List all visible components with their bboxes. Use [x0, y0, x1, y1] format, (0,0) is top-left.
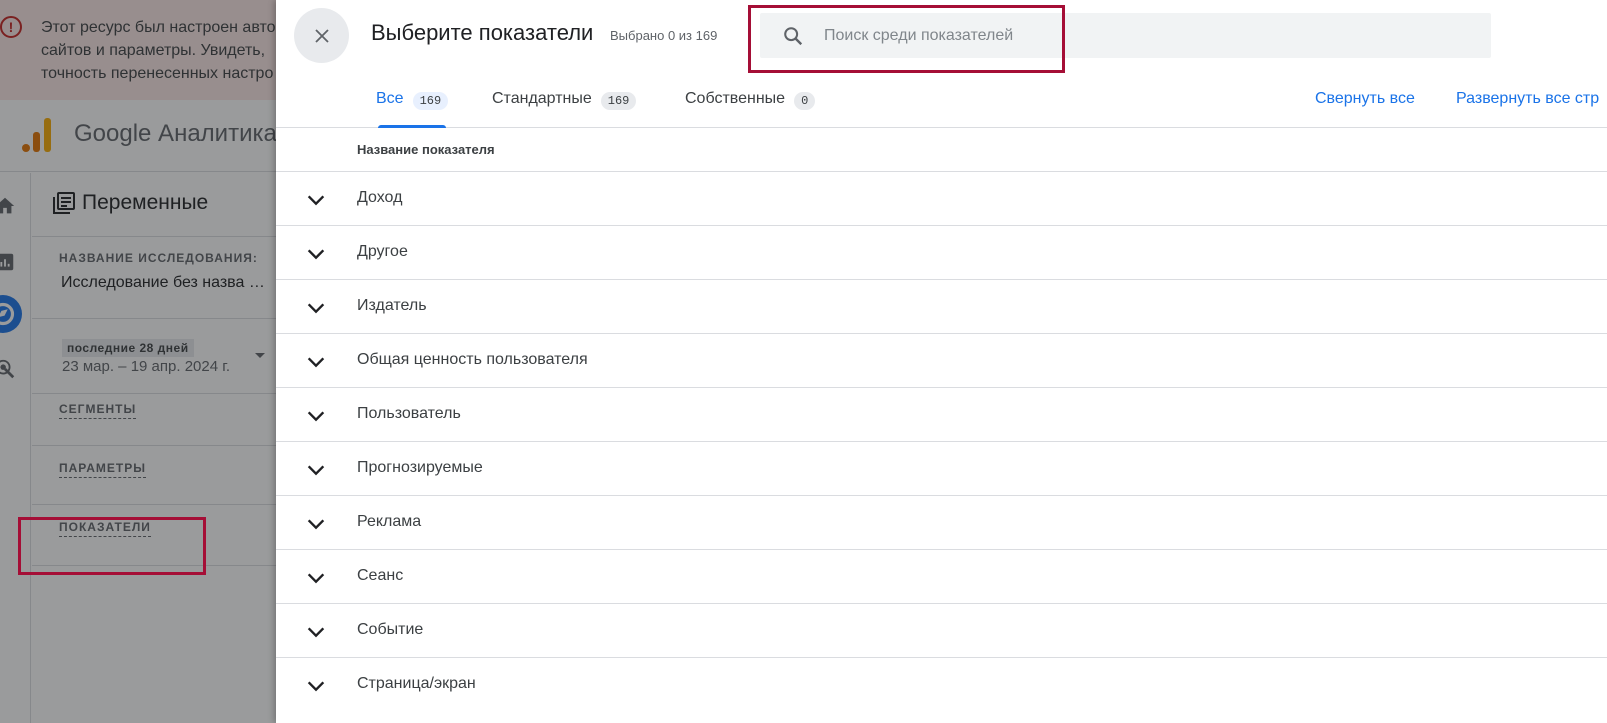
dialog-title: Выберите показатели [371, 20, 594, 45]
close-button[interactable] [294, 8, 349, 63]
expand-all-link[interactable]: Развернуть все стр [1456, 90, 1599, 108]
chevron-down-icon[interactable] [305, 675, 327, 697]
category-label: Пользователь [357, 405, 461, 422]
category-label: Общая ценность пользователя [357, 351, 588, 368]
chevron-down-icon[interactable] [305, 459, 327, 481]
tab-standard[interactable]: Стандартные 169 [492, 90, 637, 128]
close-icon [314, 28, 329, 43]
chevron-down-icon[interactable] [305, 405, 327, 427]
search-icon [784, 27, 803, 46]
category-row[interactable]: Событие [276, 603, 1607, 657]
chevron-down-icon[interactable] [305, 621, 327, 643]
tab-count-badge: 169 [412, 92, 449, 110]
selected-count: Выбрано 0 из 169 [610, 28, 718, 43]
chevron-down-icon[interactable] [305, 513, 327, 535]
category-label: Прогнозируемые [357, 459, 483, 476]
category-label: Страница/экран [357, 675, 476, 692]
chevron-down-icon[interactable] [305, 567, 327, 589]
tab-count-badge: 169 [600, 92, 637, 110]
search-bar[interactable] [760, 13, 1491, 58]
column-header: Название показателя [357, 142, 495, 157]
collapse-all-link[interactable]: Свернуть все [1315, 90, 1415, 108]
tab-label: Стандартные [492, 90, 592, 107]
category-label: Сеанс [357, 567, 404, 584]
search-input[interactable] [824, 21, 1424, 51]
category-row[interactable]: Другое [276, 225, 1607, 279]
category-label: Другое [357, 243, 408, 260]
tab-label: Все [376, 90, 404, 107]
category-row[interactable]: Доход [276, 171, 1607, 225]
category-row[interactable]: Общая ценность пользователя [276, 333, 1607, 387]
modal-scrim[interactable] [0, 0, 276, 723]
category-label: Доход [357, 189, 403, 206]
tab-all[interactable]: Все 169 [376, 90, 449, 128]
category-row[interactable]: Пользователь [276, 387, 1607, 441]
tab-count-badge: 0 [794, 92, 816, 110]
select-metrics-dialog: Выберите показатели Выбрано 0 из 169 Все… [276, 0, 1607, 723]
category-row[interactable]: Сеанс [276, 549, 1607, 603]
chevron-down-icon[interactable] [305, 189, 327, 211]
tab-label: Собственные [685, 90, 786, 107]
category-row[interactable]: Прогнозируемые [276, 441, 1607, 495]
chevron-down-icon[interactable] [305, 297, 327, 319]
chevron-down-icon[interactable] [305, 243, 327, 265]
tab-custom[interactable]: Собственные 0 [685, 90, 816, 128]
category-list: Доход Другое Издатель Общая ценность пользо… [276, 171, 1607, 711]
category-label: Издатель [357, 297, 427, 314]
category-row[interactable]: Страница/экран [276, 657, 1607, 711]
category-label: Событие [357, 621, 424, 638]
category-label: Реклама [357, 513, 422, 530]
chevron-down-icon[interactable] [305, 351, 327, 373]
tab-bar: Все 169 Стандартные 169 Собственные 0 Св… [276, 76, 1607, 128]
category-row[interactable]: Реклама [276, 495, 1607, 549]
category-row[interactable]: Издатель [276, 279, 1607, 333]
